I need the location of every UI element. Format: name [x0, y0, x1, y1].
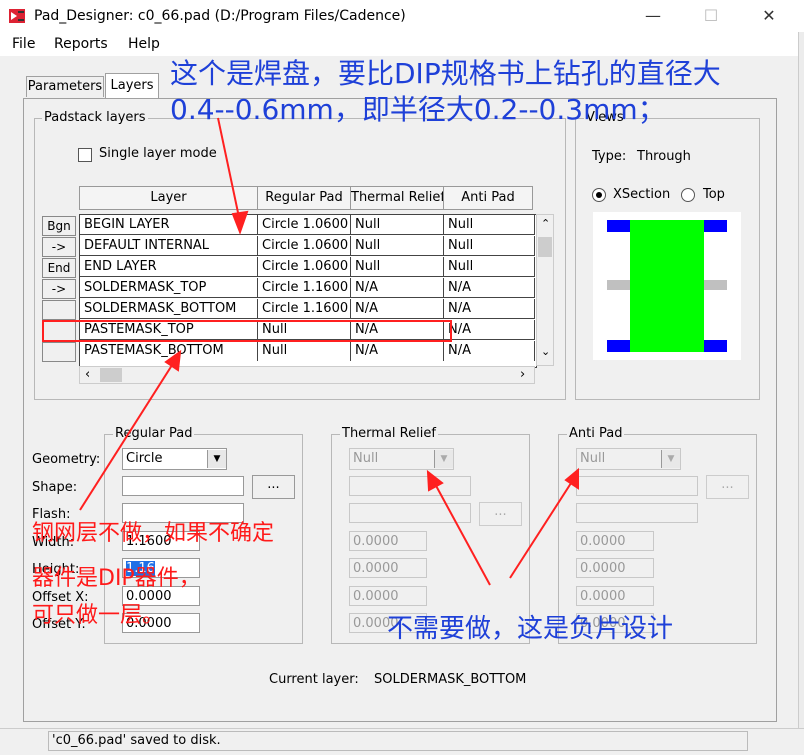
- annotation-top-line1: 这个是焊盘，要比DIP规格书上钻孔的直径大: [170, 57, 721, 90]
- annotation-right: 不需要做，这是负片设计: [387, 614, 674, 644]
- annotation-top-line2: 0.4--0.6mm，即半径大0.2--0.3mm；: [170, 93, 666, 126]
- annotation-left-line1: 钢网层不做，如果不确定: [32, 521, 275, 546]
- annotation-left-line2: 器件是DIP器件，: [32, 566, 201, 591]
- annotation-left-line3: 可只做一层。: [32, 603, 165, 628]
